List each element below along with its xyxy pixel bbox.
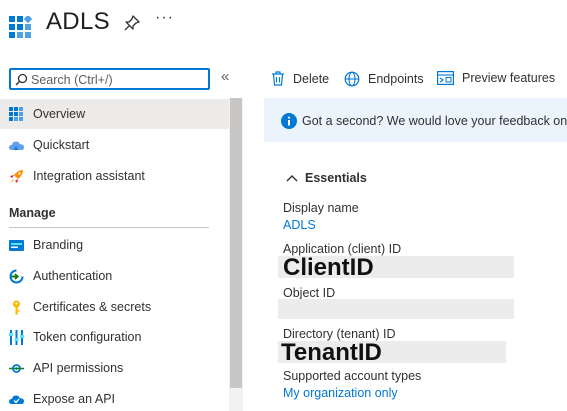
app-registration-icon [9, 16, 33, 38]
delete-button[interactable]: Delete [271, 71, 329, 86]
api-permissions-icon [9, 364, 24, 373]
divider [9, 227, 209, 228]
search-icon [15, 73, 28, 86]
sidebar-item-label: Integration assistant [33, 169, 145, 183]
chevron-up-icon [286, 175, 298, 182]
sidebar-item-label: Branding [33, 238, 84, 252]
object-id-redaction [278, 299, 514, 319]
quickstart-cloud-icon [9, 141, 24, 150]
sidebar-item-token-configuration[interactable]: Token configuration [0, 322, 229, 352]
sidebar-item-label: Authentication [33, 269, 113, 283]
sidebar-item-label: Certificates & secrets [33, 300, 152, 314]
key-icon [13, 300, 20, 315]
sidebar-item-label: API permissions [33, 361, 124, 375]
sidebar-item-label: Overview [33, 107, 86, 121]
sidebar-item-overview[interactable]: Overview [0, 99, 229, 129]
trash-icon [272, 71, 284, 86]
essentials-header-label: Essentials [305, 171, 367, 185]
account-types-link[interactable]: My organization only [283, 386, 398, 400]
overview-grid-icon [9, 107, 23, 121]
search-input[interactable] [31, 72, 207, 88]
info-icon [281, 113, 297, 129]
sidebar-item-label: Expose an API [33, 392, 116, 406]
page-header: ADLS ··· [0, 0, 567, 55]
sidebar-item-certificates-secrets[interactable]: Certificates & secrets [0, 292, 229, 322]
page-title: ADLS [46, 8, 110, 35]
section-header-manage: Manage [9, 206, 56, 220]
sidebar-item-label: Token configuration [33, 330, 142, 344]
preview-features-icon [437, 71, 454, 85]
delete-label: Delete [293, 71, 330, 86]
essentials-toggle[interactable]: Essentials [286, 171, 367, 185]
search-box[interactable] [9, 68, 210, 90]
object-id-label: Object ID [283, 286, 336, 300]
directory-id-redaction-text: TenantID [281, 339, 382, 366]
feedback-banner[interactable]: Got a second? We would love your feedbac… [264, 98, 567, 142]
display-name-label: Display name [283, 201, 359, 215]
branding-icon [9, 240, 24, 251]
display-name-link[interactable]: ADLS [283, 218, 316, 232]
endpoints-button[interactable]: Endpoints [344, 71, 424, 87]
rocket-icon [10, 170, 23, 183]
preview-features-button[interactable]: Preview features [437, 71, 555, 85]
sidebar-item-authentication[interactable]: Authentication [0, 261, 229, 291]
endpoints-label: Endpoints [368, 72, 424, 86]
more-options-button[interactable]: ··· [155, 9, 174, 27]
sidebar-item-expose-an-api[interactable]: Expose an API [0, 384, 229, 411]
collapse-sidebar-button[interactable]: « [221, 68, 229, 85]
globe-icon [344, 71, 360, 87]
token-bars-icon [9, 330, 24, 345]
sidebar-item-quickstart[interactable]: Quickstart [0, 130, 229, 160]
sidebar-item-branding[interactable]: Branding [0, 230, 229, 260]
preview-features-label: Preview features [462, 71, 556, 85]
cloud-api-icon [9, 395, 24, 404]
sidebar-item-api-permissions[interactable]: API permissions [0, 353, 229, 383]
sidebar-scrollbar-thumb[interactable] [230, 98, 242, 388]
feedback-banner-text: Got a second? We would love your feedbac… [302, 114, 567, 128]
sidebar-item-label: Quickstart [33, 138, 90, 152]
application-id-redaction-text: ClientID [283, 254, 374, 281]
authentication-icon [9, 269, 24, 284]
account-types-label: Supported account types [283, 369, 422, 383]
pin-icon[interactable] [122, 13, 142, 33]
sidebar-item-integration-assistant[interactable]: Integration assistant [0, 161, 229, 191]
